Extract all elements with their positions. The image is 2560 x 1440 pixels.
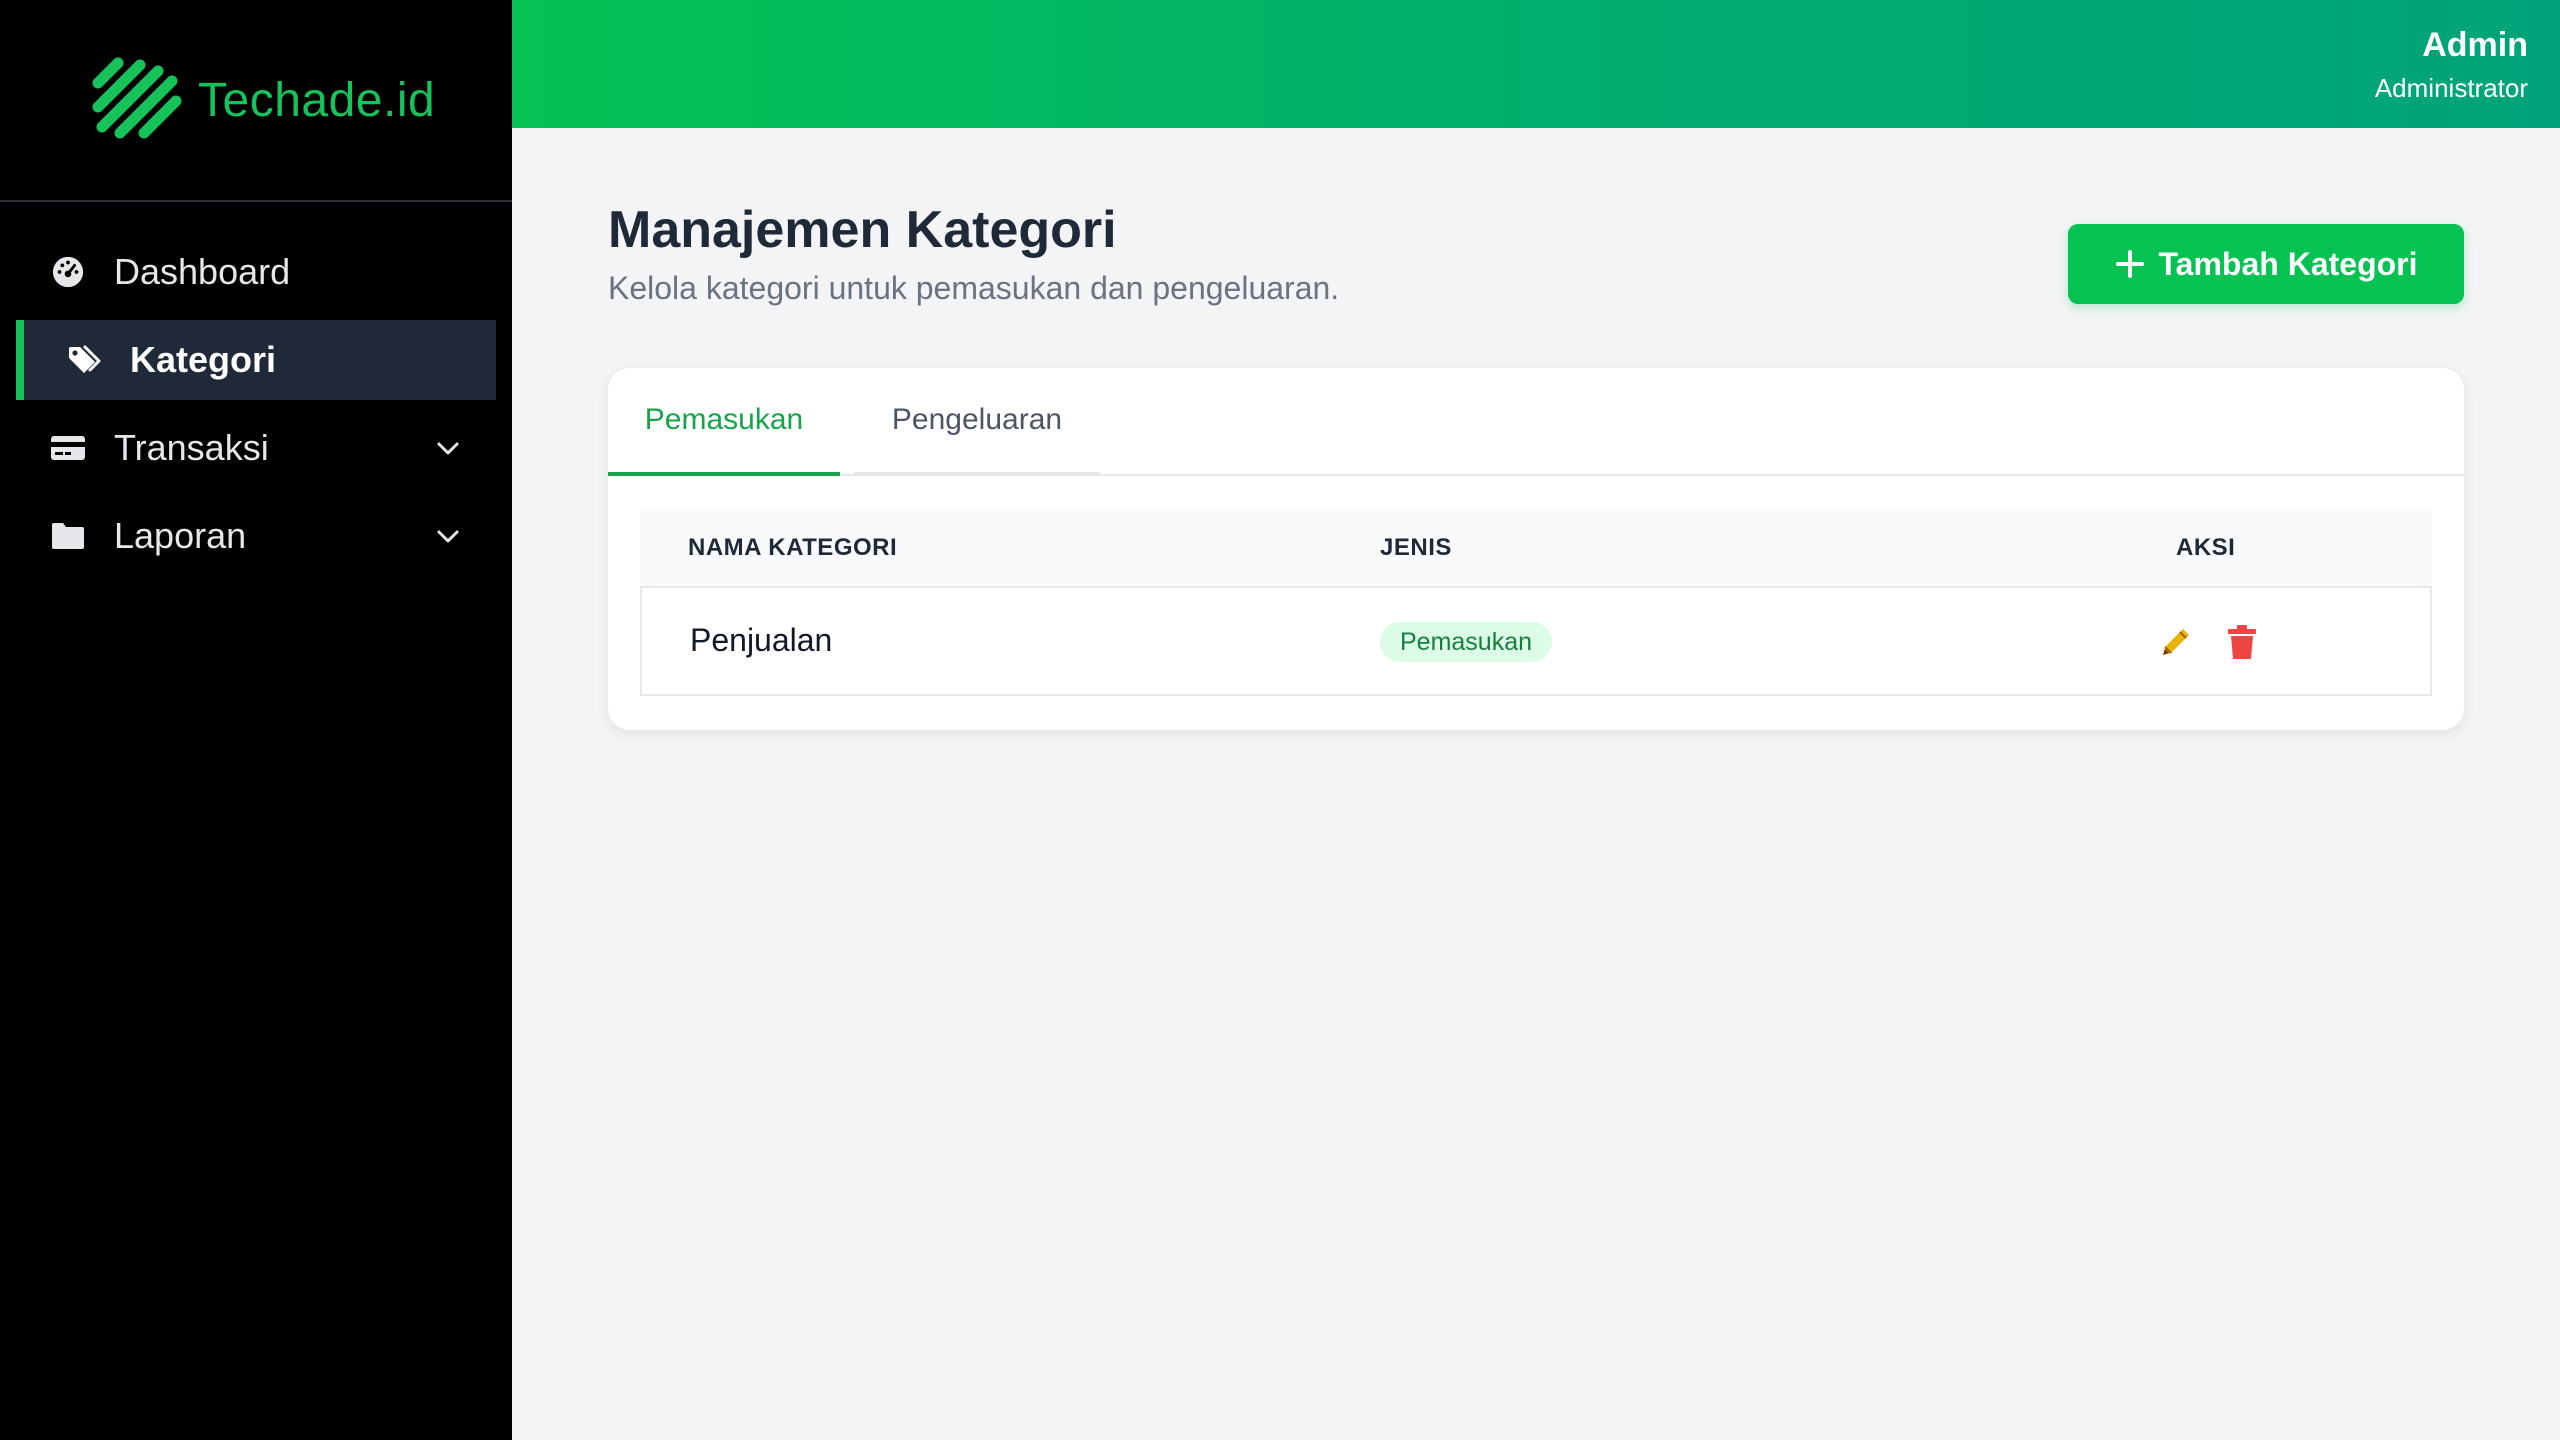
sidebar: Techade.id Dashboard Kategori Transaksi … [0,0,512,1440]
user-menu[interactable]: Admin Administrator [2375,26,2528,104]
folder-icon [50,518,86,554]
tags-icon [66,342,102,378]
sidebar-item-transaksi[interactable]: Transaksi [0,408,512,488]
category-tabs: Pemasukan Pengeluaran [608,368,2464,476]
edit-icon[interactable] [2156,622,2196,662]
column-header-aksi: AKSI [2176,534,2236,561]
category-name-cell: Penjualan [690,622,833,658]
top-header: Admin Administrator [512,0,2560,128]
table-row: Penjualan Pemasukan [640,588,2432,696]
gauge-icon [50,254,86,290]
sidebar-nav: Dashboard Kategori Transaksi Laporan [0,202,512,576]
main-content: Manajemen Kategori Kelola kategori untuk… [608,200,2464,730]
delete-icon[interactable] [2222,622,2262,662]
column-header-nama: NAMA KATEGORI [688,534,898,561]
sidebar-item-kategori[interactable]: Kategori [16,320,496,400]
logo-icon [92,57,182,139]
tab-pemasukan[interactable]: Pemasukan [608,368,840,476]
sidebar-item-dashboard[interactable]: Dashboard [0,232,512,312]
chevron-down-icon[interactable] [434,434,462,462]
add-category-button[interactable]: Tambah Kategori [2068,224,2464,304]
sidebar-item-label: Laporan [114,515,247,556]
sidebar-item-label: Transaksi [114,427,269,468]
sidebar-item-laporan[interactable]: Laporan [0,496,512,576]
plus-icon [2115,250,2144,278]
table-header: NAMA KATEGORI JENIS AKSI [640,508,2432,588]
brand-name: Techade.id [198,73,436,127]
sidebar-item-label: Dashboard [114,251,291,292]
user-name: Admin [2422,26,2528,64]
user-role: Administrator [2374,73,2528,103]
chevron-down-icon[interactable] [434,522,462,550]
category-card: Pemasukan Pengeluaran NAMA KATEGORI JENI… [608,368,2464,730]
column-header-jenis: JENIS [1380,534,1452,561]
tab-pengeluaran[interactable]: Pengeluaran [854,368,1100,476]
credit-card-icon [50,430,86,466]
type-badge: Pemasukan [1380,622,1553,662]
brand-logo[interactable]: Techade.id [0,0,512,202]
category-table: NAMA KATEGORI JENIS AKSI Penjualan Pemas… [640,508,2432,696]
add-category-label: Tambah Kategori [2158,245,2418,282]
sidebar-item-label: Kategori [130,339,277,380]
